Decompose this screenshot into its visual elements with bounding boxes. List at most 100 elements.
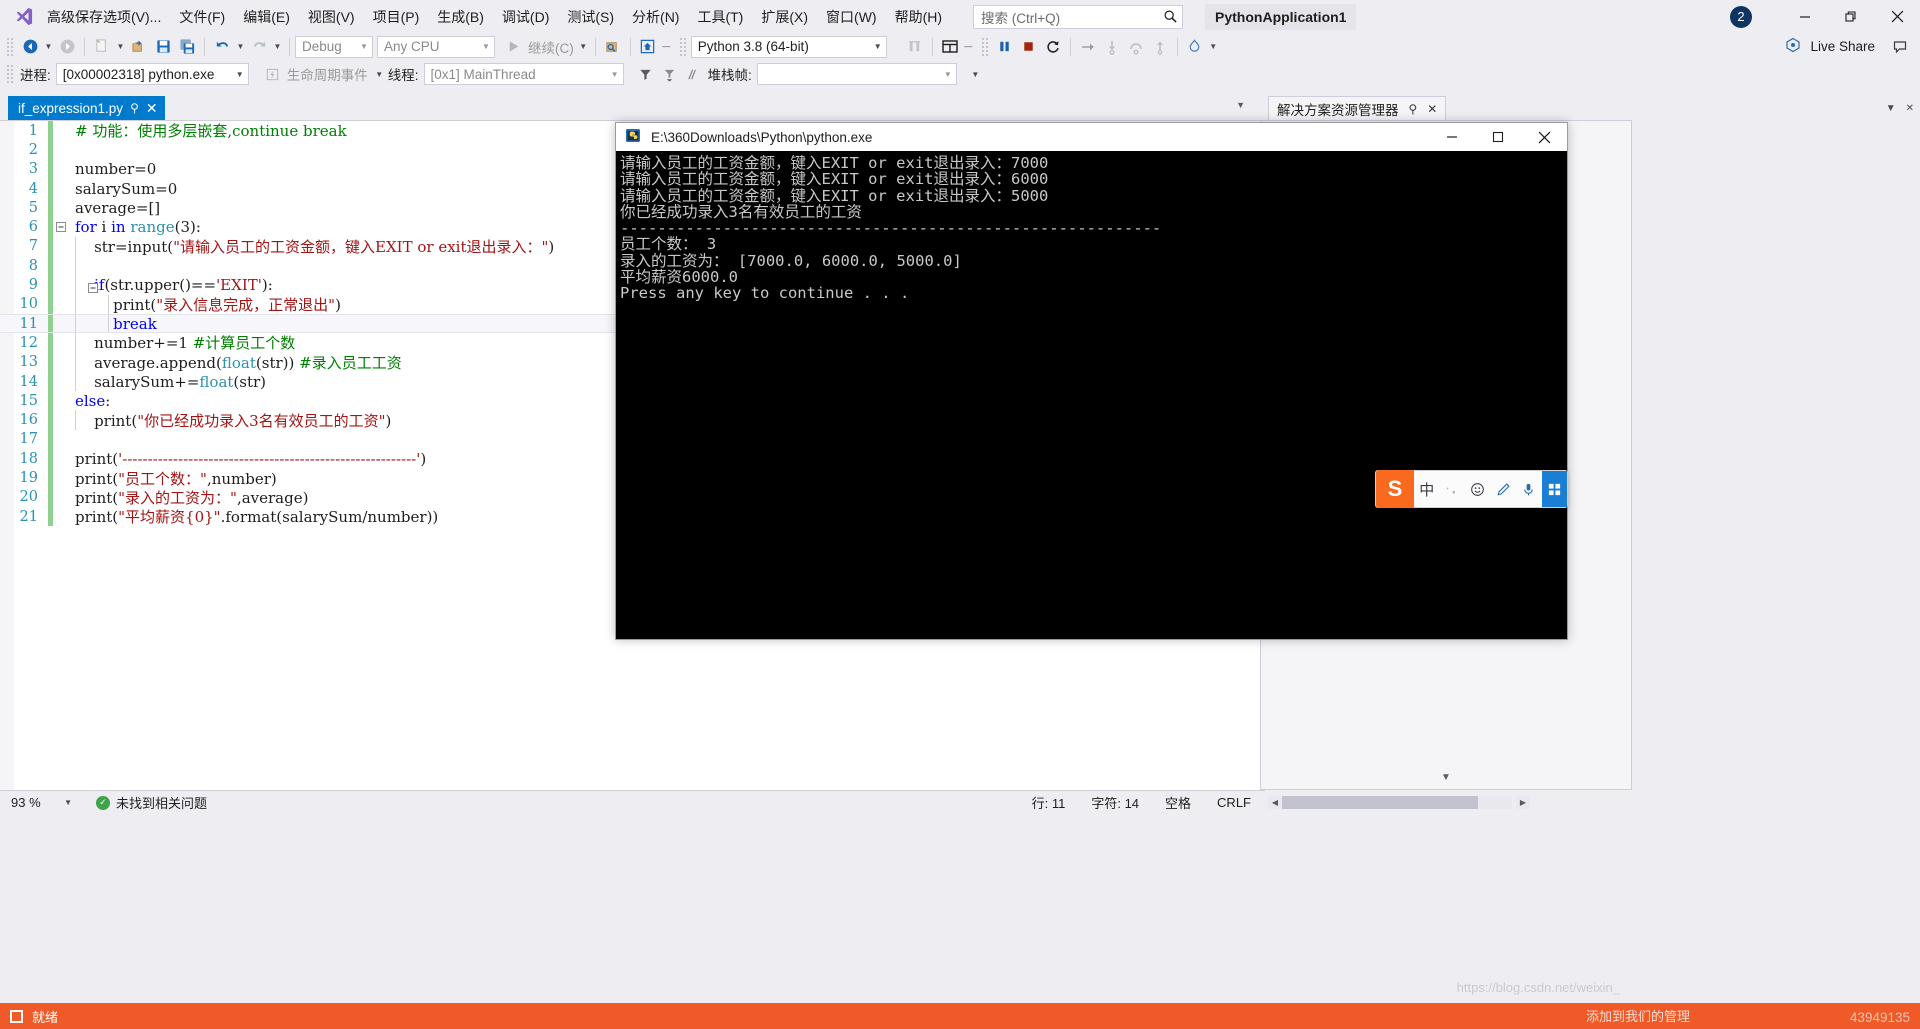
save-all-icon[interactable] bbox=[175, 35, 199, 59]
interpreter-combo[interactable]: Python 3.8 (64-bit) ▼ bbox=[690, 35, 887, 58]
properties-panel[interactable] bbox=[1632, 120, 1920, 790]
flag-icon[interactable] bbox=[682, 62, 706, 86]
menu-item-project[interactable]: 项目(P) bbox=[364, 3, 429, 31]
emoji-icon[interactable] bbox=[1465, 482, 1491, 497]
microphone-icon[interactable] bbox=[1516, 482, 1542, 497]
continue-caret[interactable]: ▼ bbox=[577, 35, 590, 59]
tab-overflow-chevron-down-icon[interactable]: ▼ bbox=[1236, 100, 1245, 110]
tab-if-expression1-py[interactable]: if_expression1.py ⚲ ✕ bbox=[8, 96, 165, 120]
stackframe-combo[interactable]: ▼ bbox=[756, 63, 957, 85]
restore-button[interactable] bbox=[1828, 0, 1874, 33]
window-layout-caret[interactable]: — bbox=[962, 35, 975, 59]
solution-explorer-scroll-chevron-down-icon[interactable]: ▼ bbox=[1441, 772, 1451, 783]
play-icon[interactable] bbox=[501, 35, 525, 59]
panel-chevron-down-icon[interactable]: ▼ bbox=[1886, 103, 1896, 114]
menu-item-file[interactable]: 文件(F) bbox=[170, 3, 234, 31]
console-close-button[interactable] bbox=[1521, 123, 1567, 151]
debug-overflow-caret[interactable]: ▼ bbox=[969, 62, 982, 86]
toolbar-grip-2[interactable] bbox=[678, 36, 688, 57]
ime-toolbar[interactable]: S 中 ,。 bbox=[1375, 470, 1568, 508]
step-icon[interactable] bbox=[903, 35, 927, 59]
lifecycle-events-icon[interactable] bbox=[261, 62, 285, 86]
debug-toolbar-grip[interactable] bbox=[6, 64, 15, 84]
filter-icon[interactable] bbox=[634, 62, 658, 86]
menu-item-tools[interactable]: 工具(T) bbox=[688, 3, 752, 31]
continue-button-label[interactable]: 继续(C) bbox=[525, 37, 577, 57]
toolbox-icon[interactable] bbox=[1541, 471, 1567, 507]
console-minimize-button[interactable] bbox=[1429, 123, 1475, 151]
feedback-icon[interactable] bbox=[1888, 35, 1912, 59]
hot-reload-icon[interactable] bbox=[1183, 35, 1207, 59]
new-item-icon[interactable] bbox=[90, 35, 114, 59]
attach-process-icon[interactable] bbox=[601, 35, 625, 59]
toolbar-grip-3[interactable] bbox=[980, 36, 990, 57]
menu-item-test[interactable]: 测试(S) bbox=[558, 3, 623, 31]
console-maximize-button[interactable] bbox=[1475, 123, 1521, 151]
live-share-button[interactable]: Live Share bbox=[1785, 37, 1878, 56]
hot-reload-caret[interactable]: ▼ bbox=[1207, 35, 1220, 59]
home-caret[interactable]: — bbox=[660, 35, 673, 59]
lifecycle-label[interactable]: 生命周期事件 bbox=[285, 64, 373, 84]
process-combo[interactable]: [0x00002318] python.exe ▼ bbox=[55, 63, 249, 85]
sogou-ime-logo-icon[interactable]: S bbox=[1376, 470, 1414, 508]
arrow-right-icon[interactable] bbox=[1076, 35, 1100, 59]
fold-toggle-icon[interactable] bbox=[53, 222, 69, 233]
toolbar-grip[interactable] bbox=[6, 36, 15, 57]
console-output[interactable]: 请输入员工的工资金额，键入EXIT or exit退出录入：7000 请输入员工… bbox=[616, 151, 1567, 639]
menu-item-build[interactable]: 生成(B) bbox=[428, 3, 493, 31]
thread-combo[interactable]: [0x1] MainThread ▼ bbox=[423, 63, 624, 85]
filter-down-icon[interactable] bbox=[658, 62, 682, 86]
menu-item-debug[interactable]: 调试(D) bbox=[493, 3, 558, 31]
console-title-bar[interactable]: E:\360Downloads\Python\python.exe bbox=[616, 123, 1567, 151]
navigate-back-icon[interactable] bbox=[18, 35, 42, 59]
open-file-icon[interactable] bbox=[127, 35, 151, 59]
close-icon[interactable]: ✕ bbox=[1427, 102, 1437, 116]
new-item-caret[interactable]: ▼ bbox=[114, 35, 127, 59]
platform-combo[interactable]: Any CPU ▼ bbox=[377, 35, 495, 58]
menu-item-window[interactable]: 窗口(W) bbox=[817, 3, 886, 31]
punctuation-icon[interactable]: ,。 bbox=[1440, 482, 1466, 497]
ime-mode-button[interactable]: 中 bbox=[1414, 479, 1440, 500]
panel-close-icon[interactable]: ✕ bbox=[1906, 103, 1914, 114]
dock-tab-solution-explorer[interactable]: 解决方案资源管理器 ⚲ ✕ bbox=[1268, 96, 1447, 120]
stop-debug-icon[interactable] bbox=[10, 1009, 23, 1023]
close-button[interactable] bbox=[1874, 0, 1920, 33]
minimize-button[interactable] bbox=[1782, 0, 1828, 33]
redo-icon[interactable] bbox=[247, 35, 271, 59]
notification-badge[interactable]: 2 bbox=[1730, 5, 1752, 28]
menu-item-edit[interactable]: 编辑(E) bbox=[234, 3, 299, 31]
window-layout-icon[interactable] bbox=[938, 35, 962, 59]
python-console-window[interactable]: E:\360Downloads\Python\python.exe 请输入员工的… bbox=[615, 122, 1568, 640]
menu-item-0[interactable]: 高级保存选项(V)... bbox=[38, 3, 170, 31]
horizontal-scrollbar-thumb[interactable] bbox=[1282, 796, 1478, 809]
save-icon[interactable] bbox=[151, 35, 175, 59]
problems-indicator[interactable]: ✓ 未找到相关问题 bbox=[96, 793, 207, 812]
step-out-icon[interactable] bbox=[1148, 35, 1172, 59]
eol-indicator[interactable]: CRLF bbox=[1217, 795, 1251, 810]
step-into-icon[interactable] bbox=[1100, 35, 1124, 59]
step-over-icon[interactable] bbox=[1124, 35, 1148, 59]
insert-mode-indicator[interactable]: 空格 bbox=[1165, 793, 1191, 812]
pause-icon[interactable] bbox=[993, 35, 1017, 59]
handwriting-icon[interactable] bbox=[1491, 482, 1517, 497]
stop-icon[interactable] bbox=[1017, 35, 1041, 59]
hscroll-right-arrow-icon[interactable]: ▶ bbox=[1516, 796, 1530, 809]
navigate-back-caret[interactable]: ▼ bbox=[42, 35, 55, 59]
menu-item-extensions[interactable]: 扩展(X) bbox=[752, 3, 817, 31]
lifecycle-caret[interactable]: ▼ bbox=[373, 62, 386, 86]
configuration-combo[interactable]: Debug ▼ bbox=[295, 35, 373, 58]
zoom-level-combo[interactable]: 93 % ▼ bbox=[6, 792, 78, 813]
search-input[interactable]: 搜索 (Ctrl+Q) bbox=[973, 4, 1184, 29]
pin-icon[interactable]: ⚲ bbox=[130, 101, 139, 115]
navigate-forward-icon[interactable] bbox=[55, 35, 79, 59]
home-icon[interactable] bbox=[636, 35, 660, 59]
pin-icon[interactable]: ⚲ bbox=[1409, 102, 1418, 116]
undo-caret[interactable]: ▼ bbox=[234, 35, 247, 59]
menu-item-help[interactable]: 帮助(H) bbox=[886, 3, 951, 31]
redo-caret[interactable]: ▼ bbox=[271, 35, 284, 59]
close-icon[interactable]: ✕ bbox=[146, 101, 158, 115]
undo-icon[interactable] bbox=[210, 35, 234, 59]
restart-icon[interactable] bbox=[1041, 35, 1065, 59]
hscroll-left-arrow-icon[interactable]: ◀ bbox=[1268, 796, 1282, 809]
menu-item-view[interactable]: 视图(V) bbox=[299, 3, 364, 31]
